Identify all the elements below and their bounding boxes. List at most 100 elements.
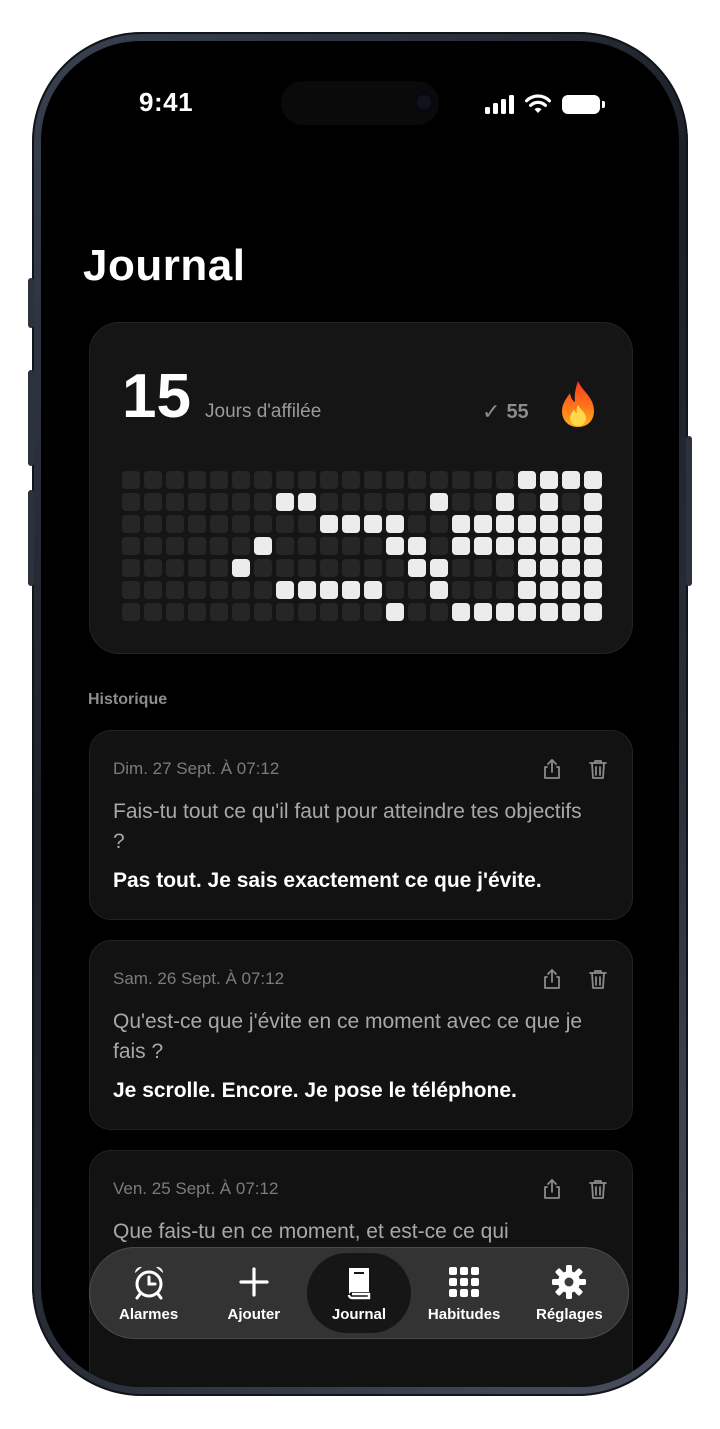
- activity-cell: [276, 515, 294, 533]
- entry-actions: [540, 967, 610, 991]
- tab-reglages[interactable]: Réglages: [517, 1253, 621, 1333]
- signal-icon: [485, 94, 514, 114]
- activity-cell-active: [562, 581, 580, 599]
- activity-cell: [342, 603, 360, 621]
- activity-cell: [364, 493, 382, 511]
- activity-cell: [474, 493, 492, 511]
- activity-cell: [254, 559, 272, 577]
- activity-cell: [386, 493, 404, 511]
- activity-cell-active: [496, 603, 514, 621]
- activity-cell: [210, 515, 228, 533]
- tab-journal[interactable]: Journal: [306, 1253, 411, 1333]
- activity-cell: [166, 493, 184, 511]
- share-icon[interactable]: [540, 757, 564, 781]
- activity-cell: [474, 471, 492, 489]
- journal-entry-card[interactable]: Dim. 27 Sept. À 07:12 Fais-tu tout ce qu…: [89, 730, 633, 920]
- activity-cell: [166, 603, 184, 621]
- activity-cell: [496, 559, 514, 577]
- tab-habitudes[interactable]: Habitudes: [412, 1253, 516, 1333]
- activity-cell-active: [584, 603, 602, 621]
- entry-answer: Je scrolle. Encore. Je pose le téléphone…: [113, 1079, 517, 1102]
- activity-cell-active: [518, 471, 536, 489]
- activity-cell-active: [276, 581, 294, 599]
- activity-cell-active: [584, 559, 602, 577]
- tab-label: Alarmes: [118, 1305, 179, 1323]
- activity-cell: [166, 581, 184, 599]
- activity-cell: [298, 537, 316, 555]
- tab-label: Ajouter: [227, 1305, 281, 1323]
- activity-cell-active: [540, 537, 558, 555]
- tab-label: Habitudes: [427, 1305, 501, 1323]
- activity-cell: [320, 493, 338, 511]
- activity-cell-active: [474, 537, 492, 555]
- status-icons: [485, 93, 605, 115]
- entry-actions: [540, 757, 610, 781]
- activity-cell: [342, 559, 360, 577]
- activity-cell: [364, 559, 382, 577]
- activity-cell: [210, 471, 228, 489]
- tab-alarmes[interactable]: Alarmes: [97, 1253, 201, 1333]
- entry-question: Que fais-tu en ce moment, et est-ce ce q…: [113, 1220, 509, 1243]
- tab-ajouter[interactable]: Ajouter: [202, 1253, 306, 1333]
- activity-cell: [166, 515, 184, 533]
- entry-date: Ven. 25 Sept. À 07:12: [113, 1179, 279, 1198]
- activity-cell-active: [540, 603, 558, 621]
- activity-cell: [210, 537, 228, 555]
- journal-entry-card[interactable]: Sam. 26 Sept. À 07:12 Qu'est-ce que j'év…: [89, 940, 633, 1130]
- tab-bar: Alarmes Ajouter Journal Habitudes Réglag…: [89, 1247, 629, 1339]
- activity-cell: [452, 559, 470, 577]
- tab-label: Réglages: [535, 1305, 603, 1323]
- activity-cell: [254, 493, 272, 511]
- activity-cell-active: [408, 537, 426, 555]
- share-icon[interactable]: [540, 1177, 564, 1201]
- activity-cell-active: [386, 515, 404, 533]
- activity-cell-active: [496, 515, 514, 533]
- volume-up-button: [28, 370, 34, 466]
- trash-icon[interactable]: [586, 757, 610, 781]
- activity-cell: [496, 581, 514, 599]
- activity-cell: [232, 471, 250, 489]
- entry-date: Sam. 26 Sept. À 07:12: [113, 969, 285, 988]
- activity-cell: [122, 603, 140, 621]
- activity-cell: [210, 603, 228, 621]
- wifi-icon: [525, 94, 551, 113]
- activity-cell: [320, 471, 338, 489]
- screen: 9:41 Journal 15 Jours d'affilée ✓ 55 His…: [41, 41, 679, 1387]
- alarm-clock-icon: [134, 1266, 163, 1299]
- gear-icon: [552, 1264, 587, 1299]
- activity-cell: [144, 471, 162, 489]
- activity-cell: [562, 493, 580, 511]
- activity-cell-active: [320, 581, 338, 599]
- activity-cell-active: [518, 537, 536, 555]
- activity-cell-active: [298, 581, 316, 599]
- activity-cell: [408, 603, 426, 621]
- activity-cell-active: [452, 515, 470, 533]
- activity-cell: [188, 581, 206, 599]
- activity-cell: [122, 559, 140, 577]
- streak-card: 15 Jours d'affilée ✓ 55: [89, 322, 633, 654]
- activity-cell: [122, 471, 140, 489]
- activity-cell: [254, 581, 272, 599]
- activity-cell: [188, 515, 206, 533]
- history-label: Historique: [88, 691, 168, 708]
- fire-icon: [562, 381, 594, 427]
- activity-cell: [210, 581, 228, 599]
- activity-cell-active: [430, 581, 448, 599]
- activity-cell: [144, 493, 162, 511]
- share-icon[interactable]: [540, 967, 564, 991]
- activity-cell: [298, 471, 316, 489]
- activity-cell: [430, 537, 448, 555]
- activity-cell: [254, 603, 272, 621]
- activity-cell: [342, 537, 360, 555]
- activity-cell-active: [364, 515, 382, 533]
- trash-icon[interactable]: [586, 1177, 610, 1201]
- trash-icon[interactable]: [586, 967, 610, 991]
- activity-cell: [144, 537, 162, 555]
- activity-cell: [408, 515, 426, 533]
- activity-cell-active: [364, 581, 382, 599]
- entry-actions: [540, 1177, 610, 1201]
- activity-cell-active: [562, 537, 580, 555]
- activity-cell: [386, 581, 404, 599]
- activity-cell: [386, 471, 404, 489]
- status-time: 9:41: [139, 87, 194, 117]
